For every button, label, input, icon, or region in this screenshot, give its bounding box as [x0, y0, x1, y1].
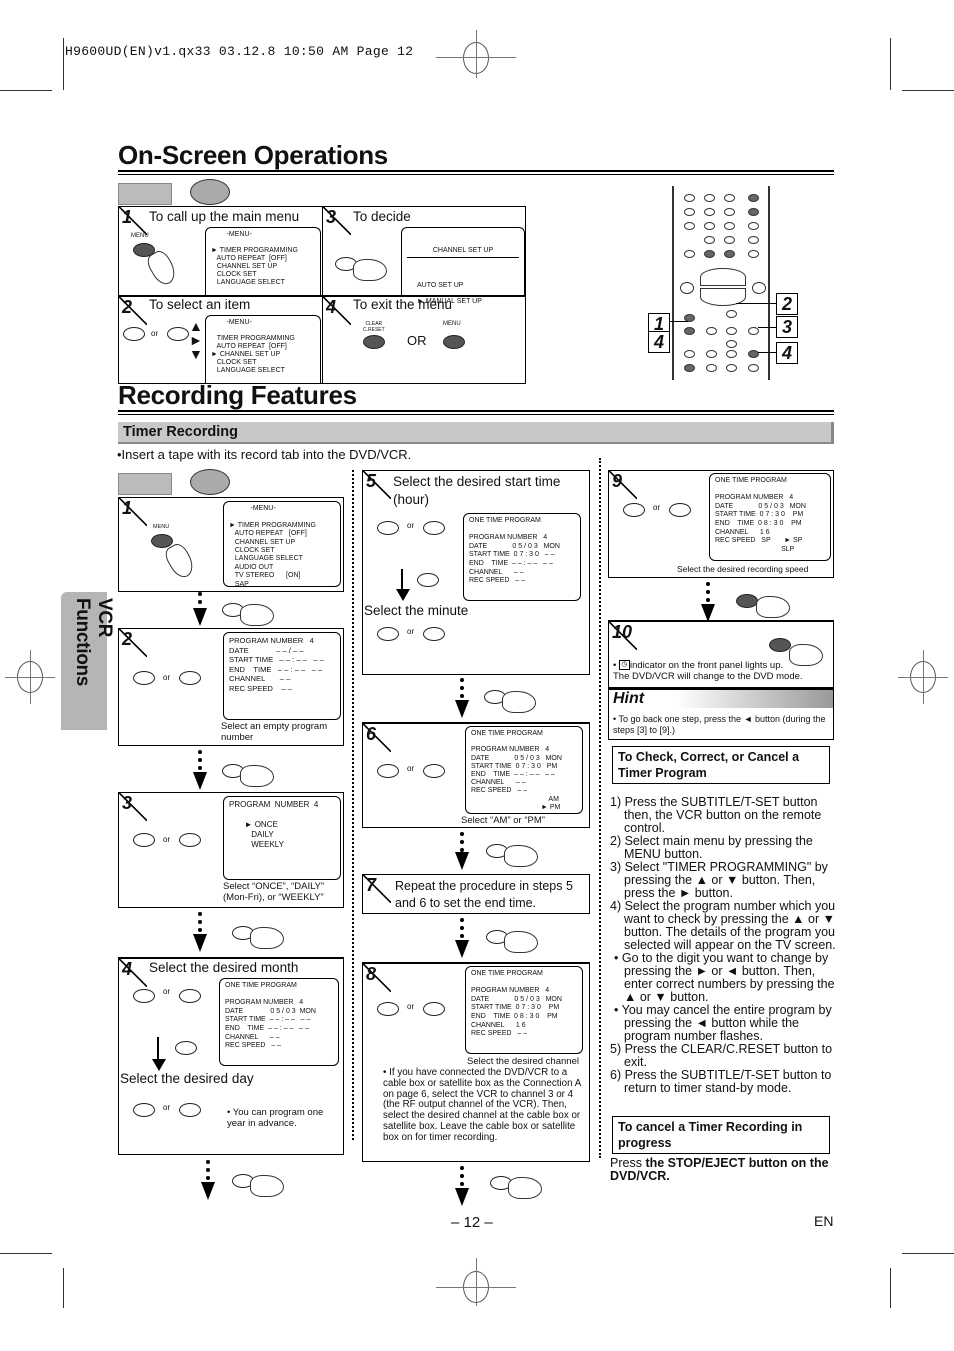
cancel-recording-box: To cancel a Timer Recording in progress — [612, 1116, 830, 1154]
title-rule — [118, 170, 834, 175]
intro-text: •Insert a tape with its record tab into … — [117, 447, 412, 462]
timer-clock-icon: ◷ — [618, 660, 630, 671]
step-label: To select an item — [149, 297, 251, 312]
column-divider — [599, 458, 601, 1158]
on-screen-steps-panel: 1 To call up the main menu MENU -MENU- ►… — [118, 206, 526, 384]
remote-control-illustration — [672, 186, 770, 380]
tv-screen: PROGRAM NUMBER 4 DATE – – / – – START TI… — [223, 632, 341, 720]
timer-step-8: 8 or ONE TIME PROGRAM PROGRAM NUMBER 4 D… — [362, 962, 590, 1162]
section-title-on-screen: On-Screen Operations — [118, 140, 388, 170]
vcr-button-icon — [190, 469, 230, 495]
step-label: To decide — [353, 209, 411, 224]
hand-icon — [502, 691, 536, 713]
check-steps-list: 1) Press the SUBTITLE/T-SET button then,… — [610, 795, 836, 1095]
tv-screen: -MENU- ► TIMER PROGRAMMING AUTO REPEAT [… — [223, 501, 341, 588]
tv-screen: ONE TIME PROGRAM PROGRAM NUMBER 4 DATE 0… — [465, 726, 583, 814]
crop-mark — [0, 1253, 52, 1254]
tv-screen: -MENU- ► TIMER PROGRAMMING AUTO REPEAT [… — [205, 227, 321, 295]
hand-icon — [240, 765, 274, 787]
on-screen-step-3: 3 To decide CHANNEL SET UP AUTO SET UP ►… — [323, 207, 526, 305]
crop-mark — [63, 1268, 64, 1308]
timer-step-7: 7 Repeat the procedure in steps 5 and 6 … — [362, 874, 590, 914]
remote-callout: 4 — [648, 331, 670, 353]
remote-callout: 3 — [776, 316, 798, 338]
tv-screen: PROGRAM NUMBER 4 ► ONCE DAILY WEEKLY — [223, 796, 341, 880]
step-label: To call up the main menu — [149, 209, 300, 224]
tv-screen: -MENU- TIMER PROGRAMMING AUTO REPEAT [OF… — [205, 315, 321, 383]
crop-mark — [902, 1253, 954, 1254]
crop-mark — [63, 38, 64, 90]
step-label: To exit the menu — [353, 297, 453, 312]
column-divider — [352, 470, 354, 1140]
menu-button-icon — [443, 335, 465, 349]
hand-icon — [250, 1175, 284, 1197]
vcr-button-icon — [190, 179, 230, 205]
hand-icon — [504, 845, 538, 867]
up-button-icon — [123, 327, 145, 341]
crop-mark — [0, 90, 52, 91]
hand-icon — [508, 1177, 542, 1199]
timer-step-5: 5 Select the desired start time (hour) o… — [362, 470, 590, 675]
timer-step-10: 10 • ◷ indicator on the front panel light… — [608, 620, 834, 688]
crop-mark — [902, 90, 954, 91]
remote-callout: 2 — [776, 293, 798, 315]
on-screen-step-1: 1 To call up the main menu MENU -MENU- ►… — [119, 207, 322, 295]
hand-icon — [504, 931, 538, 953]
language-label: EN — [814, 1213, 834, 1229]
timer-step-6: 6 or ONE TIME PROGRAM PROGRAM NUMBER 4 D… — [362, 722, 590, 828]
timer-step-3: 3 or PROGRAM NUMBER 4 ► ONCE DAILY WEEKL… — [118, 792, 344, 908]
timer-step-2: 2 or PROGRAM NUMBER 4 DATE – – / – – STA… — [118, 628, 344, 746]
on-screen-step-2: 2 To select an item or ▲ ► ▼ -MENU- TIMER … — [119, 297, 322, 383]
crop-mark — [890, 1268, 891, 1308]
clear-button-icon — [363, 335, 385, 349]
section-title-recording: Recording Features — [118, 380, 357, 410]
timer-recording-header: Timer Recording — [118, 422, 834, 444]
tv-screen: ONE TIME PROGRAM PROGRAM NUMBER 4 DATE 0… — [465, 966, 583, 1054]
up-down-arrows-icon: ▲ ► ▼ — [189, 318, 203, 362]
tv-screen: ONE TIME PROGRAM PROGRAM NUMBER 4 DATE 0… — [709, 473, 831, 561]
print-slug: H9600UD(EN)v1.qx33 03.12.8 10:50 AM Page… — [65, 44, 414, 59]
timer-step-9: 9 or ONE TIME PROGRAM PROGRAM NUMBER 4 D… — [608, 470, 834, 578]
side-tab-vcr-functions: VCR Functions — [61, 592, 115, 730]
hand-icon — [353, 259, 387, 281]
timer-step-4: 4 Select the desired month or ONE TIME P… — [118, 957, 344, 1155]
title-rule — [118, 410, 834, 415]
hand-icon — [756, 596, 790, 618]
page-number: – 12 – — [451, 1214, 493, 1231]
timer-step-1: 1 MENU -MENU- ► TIMER PROGRAMMING AUTO R… — [118, 497, 344, 592]
tv-screen: CHANNEL SET UP AUTO SET UP ► MANUAL SET … — [401, 227, 525, 305]
remote-callout: 4 — [776, 342, 798, 364]
crop-mark — [890, 38, 891, 90]
hand-icon — [240, 604, 274, 626]
tv-screen: ONE TIME PROGRAM PROGRAM NUMBER 4 DATE 0… — [463, 513, 581, 601]
hand-icon — [250, 927, 284, 949]
vcr-mode-icon — [118, 183, 172, 205]
vcr-mode-icon — [118, 473, 172, 495]
hint-box: Hint • To go back one step, press the ◄ … — [608, 688, 834, 740]
down-button-icon — [167, 327, 189, 341]
tv-screen: ONE TIME PROGRAM PROGRAM NUMBER 4 DATE 0… — [219, 978, 339, 1066]
on-screen-step-4: 4 To exit the menu CLEAR C.RESET OR MENU — [323, 297, 526, 383]
check-correct-cancel-box: To Check, Correct, or Cancel a Timer Pro… — [612, 746, 830, 784]
cancel-instructions: Press the STOP/EJECT button on the DVD/V… — [610, 1156, 829, 1183]
